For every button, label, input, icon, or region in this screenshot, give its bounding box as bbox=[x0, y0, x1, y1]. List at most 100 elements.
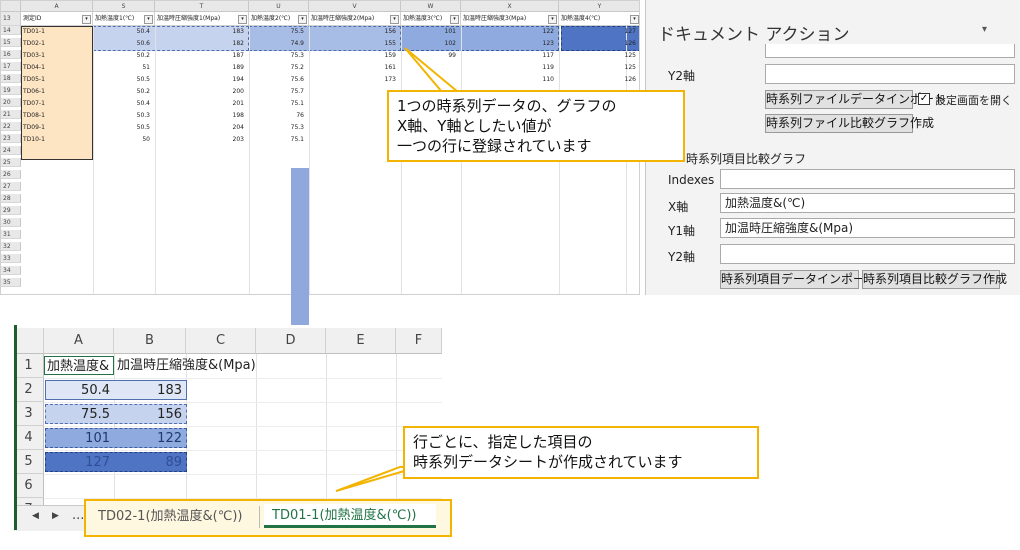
data-cell[interactable]: 75.6 bbox=[251, 75, 307, 84]
cell-b4[interactable]: 122 bbox=[114, 429, 186, 448]
cut-off-input[interactable] bbox=[765, 44, 1015, 58]
data-cell[interactable]: 50 bbox=[95, 135, 153, 144]
cell-b5[interactable]: 89 bbox=[114, 453, 186, 472]
data-cell[interactable]: 75.1 bbox=[251, 135, 307, 144]
tab-nav-prev-icon[interactable]: ◀ bbox=[32, 511, 39, 521]
col-letter-b[interactable]: B bbox=[114, 328, 186, 354]
filter-dropdown-icon[interactable]: ▾ bbox=[82, 15, 91, 24]
data-cell[interactable]: 50.6 bbox=[95, 39, 153, 48]
data-cell[interactable]: 122 bbox=[463, 27, 557, 36]
y2-axis-input[interactable] bbox=[765, 64, 1015, 84]
data-cell[interactable] bbox=[311, 135, 399, 144]
filter-dropdown-icon[interactable]: ▾ bbox=[238, 15, 247, 24]
row-number[interactable]: 2 bbox=[14, 378, 44, 402]
row-number[interactable]: 23 bbox=[1, 134, 21, 143]
data-cell[interactable]: 50.2 bbox=[95, 87, 153, 96]
data-cell[interactable] bbox=[311, 87, 399, 96]
cell-b1[interactable]: 加温時圧縮強度&(Mpa) bbox=[116, 356, 276, 375]
header-cell[interactable]: 加熱温度4(℃) ▾ bbox=[559, 12, 639, 26]
timeseries-file-compare-graph-button[interactable]: 時系列ファイル比較グラフ作成 bbox=[765, 114, 934, 133]
tab-overflow-icon[interactable]: ... bbox=[72, 508, 84, 523]
header-cell[interactable]: 測定ID ▾ bbox=[21, 12, 93, 26]
header-cell[interactable]: 加熱温度1(℃) ▾ bbox=[93, 12, 155, 26]
measurement-id-cell[interactable]: TD07-1 bbox=[23, 99, 91, 108]
data-cell[interactable]: 194 bbox=[157, 75, 247, 84]
header-cell[interactable]: 加温時圧縮強度1(Mpa) ▾ bbox=[155, 12, 249, 26]
data-cell[interactable]: 75.2 bbox=[251, 63, 307, 72]
timeseries-item-import-button[interactable]: 時系列項目データインポート bbox=[720, 270, 877, 289]
header-cell[interactable]: 加温時圧縮強度3(Mpa) ▾ bbox=[461, 12, 559, 26]
row-number[interactable]: 25 bbox=[1, 158, 21, 167]
row-number[interactable]: 32 bbox=[1, 242, 21, 251]
filter-dropdown-icon[interactable]: ▾ bbox=[298, 15, 307, 24]
data-cell[interactable]: 126 bbox=[561, 39, 639, 48]
data-cell[interactable]: 126 bbox=[561, 75, 639, 84]
sheet-tab-td02-1[interactable]: TD02-1(加熱温度&(℃)) bbox=[92, 506, 260, 528]
data-cell[interactable]: 110 bbox=[463, 75, 557, 84]
tab-nav-next-icon[interactable]: ▶ bbox=[52, 511, 59, 521]
filter-dropdown-icon[interactable]: ▾ bbox=[548, 15, 557, 24]
data-cell[interactable]: 125 bbox=[561, 63, 639, 72]
cell-a3[interactable]: 75.5 bbox=[44, 405, 114, 424]
sheet-tab-td01-1[interactable]: TD01-1(加熱温度&(℃)) bbox=[264, 504, 436, 528]
row-number[interactable]: 5 bbox=[14, 450, 44, 474]
timeseries-item-compare-graph-button[interactable]: 時系列項目比較グラフ作成 bbox=[862, 270, 1007, 289]
data-cell[interactable]: 204 bbox=[157, 123, 247, 132]
row-number[interactable]: 4 bbox=[14, 426, 44, 450]
select-all-corner[interactable] bbox=[1, 1, 21, 12]
measurement-id-cell[interactable]: TD03-1 bbox=[23, 51, 91, 60]
col-letter-u[interactable]: U bbox=[249, 1, 309, 12]
data-cell[interactable]: 159 bbox=[311, 51, 399, 60]
col-letter-y[interactable]: Y bbox=[559, 1, 639, 12]
header-cell[interactable]: 加温時圧縮強度2(Mpa) ▾ bbox=[309, 12, 401, 26]
data-cell[interactable]: 50.4 bbox=[95, 27, 153, 36]
row-number[interactable]: 28 bbox=[1, 194, 21, 203]
col-letter-s[interactable]: S bbox=[93, 1, 155, 12]
data-cell[interactable]: 75.5 bbox=[251, 27, 307, 36]
row-number[interactable]: 22 bbox=[1, 122, 21, 131]
row-number[interactable]: 24 bbox=[1, 146, 21, 155]
cell-a2[interactable]: 50.4 bbox=[44, 381, 114, 400]
pane-menu-chevron-down-icon[interactable]: ▾ bbox=[982, 24, 987, 35]
data-cell[interactable]: 187 bbox=[157, 51, 247, 60]
measurement-id-cell[interactable]: TD10-1 bbox=[23, 135, 91, 144]
data-cell[interactable]: 50.2 bbox=[95, 51, 153, 60]
data-cell[interactable]: 183 bbox=[157, 27, 247, 36]
row-number[interactable]: 27 bbox=[1, 182, 21, 191]
row-number[interactable]: 14 bbox=[1, 26, 21, 35]
header-cell[interactable]: 加熱温度2(℃) ▾ bbox=[249, 12, 309, 26]
data-cell[interactable]: 123 bbox=[463, 39, 557, 48]
data-cell[interactable]: 117 bbox=[463, 51, 557, 60]
open-settings-checkbox[interactable]: ✓ bbox=[918, 93, 930, 105]
data-cell[interactable]: 50.5 bbox=[95, 75, 153, 84]
data-cell[interactable]: 75.7 bbox=[251, 87, 307, 96]
data-cell[interactable]: 75.3 bbox=[251, 123, 307, 132]
col-letter-f[interactable]: F bbox=[396, 328, 442, 354]
col-letter-e[interactable]: E bbox=[326, 328, 396, 354]
row-number[interactable]: 19 bbox=[1, 86, 21, 95]
x-axis-input[interactable]: 加熱温度&(℃) bbox=[720, 193, 1015, 213]
data-cell[interactable]: 125 bbox=[561, 51, 639, 60]
cell-a4[interactable]: 101 bbox=[44, 429, 114, 448]
timeseries-file-import-button[interactable]: 時系列ファイルデータインポート bbox=[765, 90, 946, 109]
col-letter-v[interactable]: V bbox=[309, 1, 401, 12]
select-all-corner[interactable] bbox=[14, 328, 44, 354]
data-cell[interactable]: 50.4 bbox=[95, 99, 153, 108]
cell-b3[interactable]: 156 bbox=[114, 405, 186, 424]
cell-b2[interactable]: 183 bbox=[114, 381, 186, 400]
data-cell[interactable] bbox=[311, 111, 399, 120]
data-cell[interactable]: 198 bbox=[157, 111, 247, 120]
filter-dropdown-icon[interactable]: ▾ bbox=[390, 15, 399, 24]
header-cell[interactable]: 加熱温度3(℃) ▾ bbox=[401, 12, 461, 26]
row-number[interactable]: 3 bbox=[14, 402, 44, 426]
data-cell[interactable]: 203 bbox=[157, 135, 247, 144]
measurement-id-cell[interactable]: TD09-1 bbox=[23, 123, 91, 132]
row-number[interactable]: 17 bbox=[1, 62, 21, 71]
measurement-id-cell[interactable]: TD06-1 bbox=[23, 87, 91, 96]
data-cell[interactable]: 173 bbox=[311, 75, 399, 84]
row-number[interactable]: 16 bbox=[1, 50, 21, 59]
data-cell[interactable]: 50.5 bbox=[95, 123, 153, 132]
col-letter-a[interactable]: A bbox=[21, 1, 93, 12]
data-cell[interactable]: 119 bbox=[463, 63, 557, 72]
data-cell[interactable]: 200 bbox=[157, 87, 247, 96]
